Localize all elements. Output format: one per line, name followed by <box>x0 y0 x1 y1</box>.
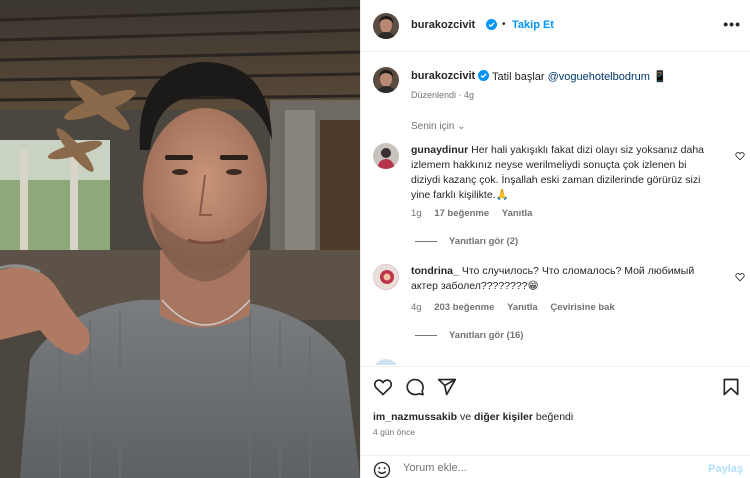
post-photo[interactable] <box>0 0 360 478</box>
post-side-panel: burakozcivit • Takip Et ••• burakozcivit <box>360 0 750 478</box>
comment-icon[interactable] <box>405 377 425 397</box>
caption-emoji: 📱 <box>653 71 667 83</box>
caption-mention-link[interactable]: @voguehotelbodrum <box>548 71 650 83</box>
add-comment-bar: Paylaş <box>361 455 750 478</box>
comment-body: gunaydinur Her hali yakışıklı fakat dizi … <box>411 143 716 203</box>
caption-meta: Düzenlendi · 4g <box>411 90 475 100</box>
post-header: burakozcivit • Takip Et ••• <box>361 0 750 52</box>
verified-icon <box>486 19 497 30</box>
verified-icon <box>478 70 489 81</box>
caption-username[interactable]: burakozcivit <box>411 70 475 82</box>
comment-sort-dropdown[interactable]: Senin için ⌄ <box>411 121 466 132</box>
caption-avatar[interactable] <box>373 67 399 93</box>
comment-age: 4g <box>411 302 422 313</box>
comment-meta: 4g 203 beğenme Yanıtla Çevirisine bak <box>411 302 625 313</box>
post-viewer: burakozcivit • Takip Et ••• burakozcivit <box>0 0 750 478</box>
commenter-avatar-image <box>373 359 399 365</box>
bookmark-icon[interactable] <box>721 377 741 397</box>
comment-likes-count[interactable]: 203 beğenme <box>434 302 494 313</box>
comment-item: gunaydinur Her hali yakışıklı fakat dizi … <box>361 143 750 253</box>
commenter-avatar-image <box>373 143 399 169</box>
selfie-image <box>0 0 360 478</box>
view-replies-button[interactable]: Yanıtları gör (16) <box>415 330 523 341</box>
liked-by-connector: ve <box>459 411 472 423</box>
author-username[interactable]: burakozcivit <box>411 19 475 31</box>
caption-avatar-image <box>373 67 399 93</box>
commenter-avatar-image <box>374 265 398 289</box>
liked-by-user[interactable]: im_nazmussakib <box>373 411 457 423</box>
commenter-avatar[interactable] <box>373 359 399 365</box>
comment-meta: 1g 17 beğenme Yanıtla <box>411 208 542 219</box>
liked-by-suffix: beğendi <box>535 411 574 423</box>
separator-dot: • <box>502 19 506 30</box>
comment-age: 1g <box>411 208 422 219</box>
caption-body: Tatil başlar <box>492 71 545 83</box>
comment-body: tondrina_ Что случилось? Что сломалось? М… <box>411 264 716 294</box>
comment-input[interactable] <box>403 462 683 474</box>
post-age[interactable]: 4 gün önce <box>373 427 415 437</box>
liked-by-others-link[interactable]: diğer kişiler <box>474 411 533 423</box>
commenter-avatar[interactable] <box>373 264 399 290</box>
comments-list[interactable]: burakozcivit Tatil başlar @voguehotelbod… <box>361 53 750 365</box>
comment-reply-button[interactable]: Yanıtla <box>507 302 538 313</box>
post-actions: im_nazmussakib ve diğer kişiler beğendi … <box>361 366 750 478</box>
heart-icon[interactable] <box>373 377 393 397</box>
commenter-avatar[interactable] <box>373 143 399 169</box>
view-replies-button[interactable]: Yanıtları gör (2) <box>415 236 518 247</box>
comment-username[interactable]: tondrina_ <box>411 265 459 277</box>
share-icon[interactable] <box>437 377 457 397</box>
comment-like-heart-icon[interactable] <box>735 151 745 161</box>
more-options-icon[interactable]: ••• <box>723 16 741 32</box>
follow-button[interactable]: Takip Et <box>512 19 554 31</box>
author-avatar[interactable] <box>373 13 399 39</box>
comment-reply-button[interactable]: Yanıtla <box>502 208 533 219</box>
comment-like-heart-icon[interactable] <box>735 272 745 282</box>
post-comment-button[interactable]: Paylaş <box>708 463 743 475</box>
comment-item: tondrina_ Что случилось? Что сломалось? М… <box>361 264 750 359</box>
author-avatar-image <box>373 13 399 39</box>
caption-text: Tatil başlar @voguehotelbodrum 📱 <box>492 70 667 83</box>
liked-by-summary: im_nazmussakib ve diğer kişiler beğendi <box>373 411 573 423</box>
translate-button[interactable]: Çevirisine bak <box>550 302 614 313</box>
comment-likes-count[interactable]: 17 beğenme <box>434 208 489 219</box>
comment-username[interactable]: gunaydinur <box>411 144 468 156</box>
emoji-icon[interactable] <box>373 461 391 478</box>
